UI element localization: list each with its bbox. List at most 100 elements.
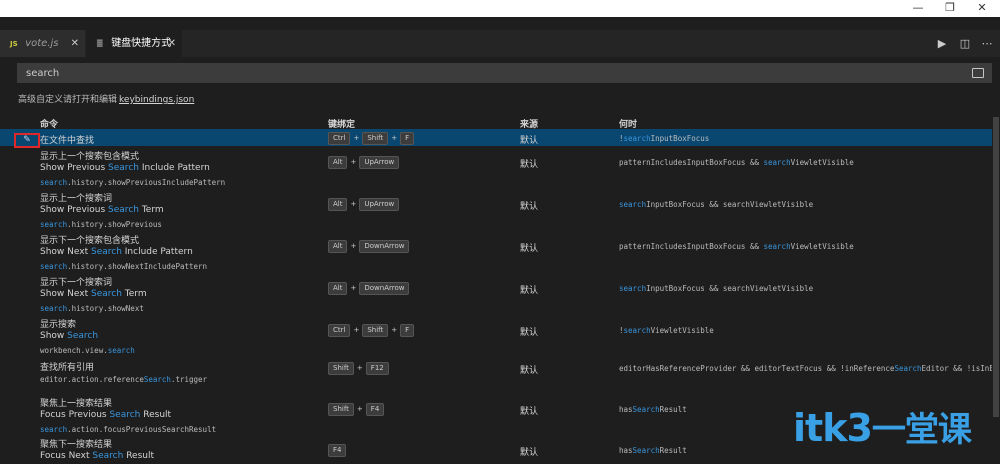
scrollbar-thumb[interactable] (993, 117, 999, 417)
run-icon[interactable]: ▶ (932, 30, 952, 57)
source-cell: 默认 (520, 244, 539, 254)
text-segment: patternIncludesInputBoxFocus && (619, 242, 764, 251)
key-cap: F12 (365, 362, 389, 375)
close-icon[interactable]: ✕ (71, 30, 79, 57)
text-segment: Term (138, 205, 164, 215)
match-highlight: search (40, 304, 68, 313)
source-cell: 默认 (520, 136, 539, 146)
text-segment: editor.action.reference (40, 375, 144, 384)
keybinding-cell: Alt + UpArrow (328, 156, 400, 169)
text-segment: InputBoxFocus && searchViewletVisible (646, 200, 814, 209)
watermark-latin: itk3 (793, 406, 873, 450)
key-separator: + (356, 405, 363, 413)
keybinding-cell: Ctrl + Shift + F (328, 132, 415, 145)
text-segment: ViewletVisible (790, 242, 854, 251)
record-keys-icon[interactable] (972, 68, 984, 78)
text-segment: Focus Next (40, 451, 93, 461)
key-cap: F (400, 132, 415, 145)
table-row[interactable]: 显示下一个搜索包含模式 Show Next Search Include Patt… (0, 230, 992, 272)
command-label: Show Previous Search Include Pattern (40, 163, 210, 173)
text-segment: .history.showNextIncludePattern (67, 262, 208, 271)
command-title: 显示搜索 (40, 320, 77, 330)
title-gap (0, 17, 1000, 30)
command-title: 显示上一个搜索包含模式 (40, 152, 140, 162)
match-highlight: Search (67, 331, 99, 341)
key-separator: + (391, 134, 398, 142)
close-window-icon[interactable]: ✕ (972, 0, 992, 17)
key-cap: DownArrow (359, 240, 410, 253)
table-row[interactable]: 查找所有引用 editor.action.referenceSearch.trig… (0, 357, 1000, 393)
table-row[interactable]: 显示上一个搜索包含模式 Show Previous Search Include … (0, 146, 992, 188)
when-cell: patternIncludesInputBoxFocus && searchVi… (619, 158, 854, 167)
text-segment: Term (121, 289, 147, 299)
minimize-icon[interactable]: — (908, 0, 928, 17)
command-label: Show Previous Search Term (40, 205, 164, 215)
text-segment: Show (40, 331, 68, 341)
source-cell: 默认 (520, 202, 539, 212)
tab-vote-js[interactable]: JS vote.js ✕ (0, 30, 85, 57)
key-separator: + (350, 200, 357, 208)
text-segment: Show Previous (40, 163, 109, 173)
key-separator: + (353, 326, 360, 334)
match-highlight: search (763, 242, 791, 251)
command-id: editor.action.referenceSearch.trigger (40, 375, 207, 384)
keybindings-json-link[interactable]: keybindings.json (119, 95, 194, 105)
key-separator: + (356, 364, 363, 372)
text-segment: Include Pattern (121, 247, 193, 257)
keybinding-cell: F4 (328, 444, 347, 457)
text-segment: InputBoxFocus (650, 134, 710, 143)
keybinding-cell: Shift + F12 (328, 362, 389, 375)
key-cap: Alt (328, 156, 348, 169)
match-highlight: Search (632, 405, 660, 414)
split-editor-icon[interactable]: ◫ (955, 30, 975, 57)
scrollbar[interactable] (992, 115, 1000, 458)
keybinding-cell: Shift + F4 (328, 403, 385, 416)
command-title: 显示下一个搜索包含模式 (40, 236, 140, 246)
text-segment: Show Next (40, 289, 91, 299)
table-row[interactable]: 在文件中查找 Ctrl + Shift + F 默认 !searchInputBoxFocus (0, 129, 992, 146)
edit-keybinding-icon[interactable]: ✎ (14, 133, 40, 148)
command-title: 在文件中查找 (40, 136, 95, 146)
key-separator: + (350, 284, 357, 292)
command-title: 聚焦下一搜索结果 (40, 440, 113, 450)
match-highlight: search (40, 425, 68, 434)
text-segment: Result (659, 405, 687, 414)
table-row[interactable]: 显示搜索 Show Search workbench.view.search Ctrl… (0, 314, 992, 356)
source-cell: 默认 (520, 160, 539, 170)
key-cap: Shift (328, 362, 354, 375)
text-segment: has (619, 405, 633, 414)
table-row[interactable]: 显示下一个搜索词 Show Next Search Term search.hist… (0, 272, 992, 314)
source-cell: 默认 (520, 448, 539, 458)
text-segment: ViewletVisible (650, 326, 714, 335)
key-cap: F (400, 324, 415, 337)
when-cell: !searchInputBoxFocus (619, 134, 709, 143)
table-row[interactable]: 显示上一个搜索词 Show Previous Search Term search.… (0, 188, 992, 230)
when-cell: searchInputBoxFocus && searchViewletVisi… (619, 284, 813, 293)
command-title: 显示下一个搜索词 (40, 278, 113, 288)
key-cap: Shift (362, 324, 389, 337)
keybinding-cell: Ctrl + Shift + F (328, 324, 415, 337)
text-segment: InputBoxFocus && searchViewletVisible (646, 284, 814, 293)
match-highlight: search (40, 178, 68, 187)
text-segment: .action.focusPreviousSearchResult (67, 425, 217, 434)
search-input[interactable] (17, 63, 957, 83)
match-highlight: Search (90, 289, 122, 299)
tab-keyboard-shortcuts[interactable]: ≣ 键盘快捷方式 ✕ (86, 30, 182, 57)
text-segment: .history.showPreviousIncludePattern (67, 178, 226, 187)
when-cell: hasSearchResult (619, 446, 687, 455)
match-highlight: Search (108, 205, 139, 215)
command-label: Focus Previous Search Result (40, 410, 171, 420)
when-cell: editorHasReferenceProvider && editorText… (619, 364, 1000, 373)
command-title: 查找所有引用 (40, 363, 95, 373)
more-actions-icon[interactable]: ⋯ (977, 30, 997, 57)
match-highlight: search (107, 346, 135, 355)
restore-icon[interactable]: ❐ (940, 0, 960, 17)
close-icon[interactable]: ✕ (168, 30, 176, 57)
text-segment: Show Previous (40, 205, 109, 215)
key-cap: DownArrow (359, 282, 410, 295)
command-label: Show Next Search Term (40, 289, 147, 299)
keybinding-cell: Alt + UpArrow (328, 198, 400, 211)
text-segment: workbench.view. (40, 346, 108, 355)
key-separator: + (350, 158, 357, 166)
text-segment: Result (123, 451, 154, 461)
